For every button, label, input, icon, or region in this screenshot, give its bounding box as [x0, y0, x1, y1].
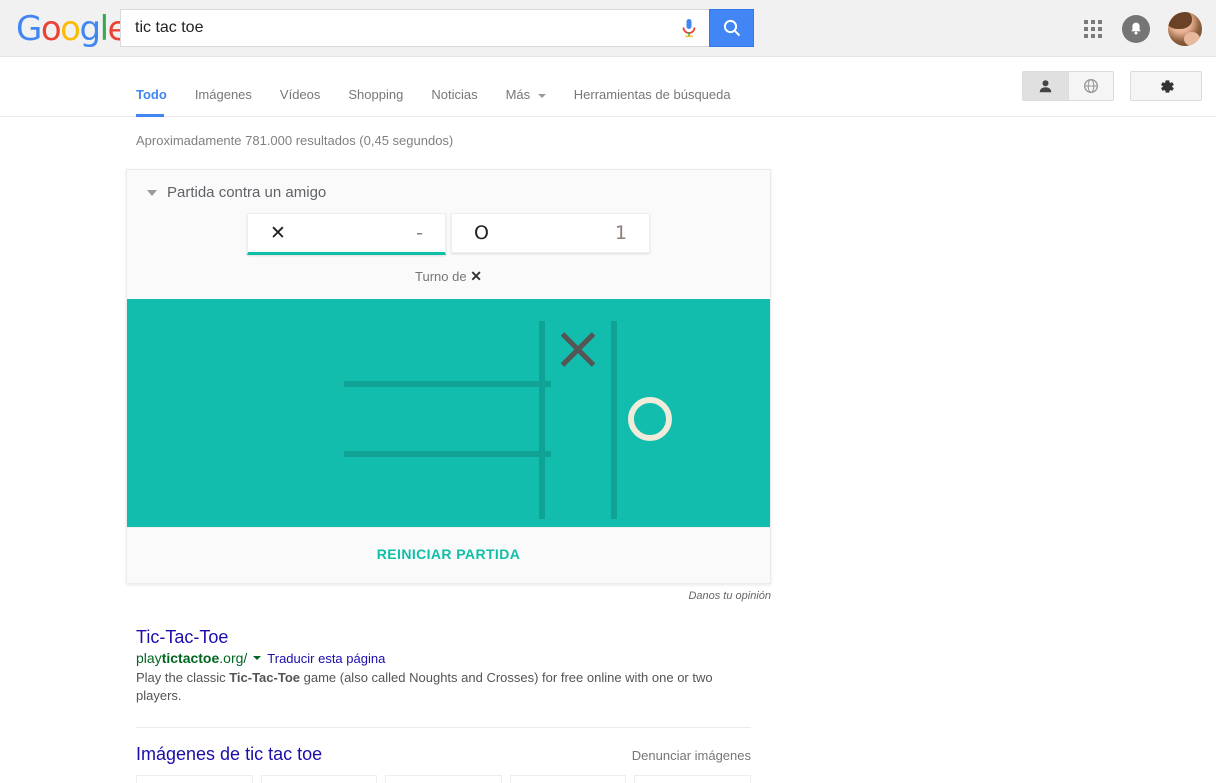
search-bar: [120, 9, 754, 47]
result-stats: Aproximadamente 781.000 resultados (0,45…: [136, 133, 454, 148]
triangle-collapse-icon[interactable]: [147, 189, 157, 196]
chevron-down-icon: [537, 93, 546, 98]
microphone-icon[interactable]: [669, 9, 709, 47]
image-thumbnail[interactable]: [385, 775, 502, 783]
result-description: Play the classic Tic-Tac-Toe game (also …: [136, 669, 726, 705]
person-icon: [1039, 79, 1052, 92]
tab-videos[interactable]: Vídeos: [280, 57, 334, 117]
widget-header: Partida contra un amigo: [127, 170, 770, 201]
reset-game-button[interactable]: REINICIAR PARTIDA: [127, 527, 770, 583]
tab-herramientas-de-busqueda[interactable]: Herramientas de búsqueda: [574, 57, 745, 117]
image-thumbnail[interactable]: [136, 775, 253, 783]
tab-todo[interactable]: Todo: [136, 57, 181, 117]
score-card-o[interactable]: O 1: [451, 213, 650, 253]
desc-part-1: Play the classic: [136, 670, 230, 685]
board-cell-1[interactable]: [542, 314, 614, 384]
page-header: Google: [0, 0, 1216, 57]
tab-label: Imágenes: [194, 87, 252, 102]
mark-o-icon: [628, 397, 672, 441]
board-cell-4[interactable]: [542, 384, 614, 454]
chevron-down-icon[interactable]: [253, 656, 262, 660]
image-thumbnail[interactable]: [509, 775, 627, 783]
logo-letter: o: [60, 9, 81, 49]
logo-letter: g: [79, 9, 101, 49]
search-nav-bar: Todo Imágenes Vídeos Shopping Noticias M…: [0, 57, 1216, 117]
account-scope-toggle: [1022, 71, 1114, 101]
nav-tabs: Todo Imágenes Vídeos Shopping Noticias M…: [136, 57, 759, 117]
tab-mas[interactable]: Más: [506, 57, 560, 117]
logo-letter: o: [40, 9, 62, 49]
nav-right-controls: [1022, 71, 1202, 101]
turn-mark: ✕: [470, 268, 482, 284]
settings-button[interactable]: [1130, 71, 1202, 101]
search-field[interactable]: [120, 9, 669, 47]
board-cell-6[interactable]: [470, 454, 542, 524]
mark-x-icon: [556, 327, 600, 371]
notifications-bell-icon[interactable]: [1122, 14, 1150, 43]
score-mark-o: O: [474, 222, 489, 244]
google-logo[interactable]: Google: [16, 9, 128, 49]
images-header: Imágenes de tic tac toe Denunciar imágen…: [136, 728, 751, 765]
feedback-link[interactable]: Danos tu opinión: [126, 584, 771, 602]
logo-letter: G: [16, 9, 42, 49]
score-value-o: 1: [614, 222, 627, 244]
images-block: Imágenes de tic tac toe Denunciar imágen…: [136, 727, 751, 783]
tab-label: Todo: [136, 87, 167, 102]
search-icon: [723, 19, 740, 37]
tab-label: Herramientas de búsqueda: [573, 87, 731, 102]
board-cell-2[interactable]: [614, 314, 686, 384]
tic-tac-toe-widget: Partida contra un amigo ✕ - O 1 Turno de…: [126, 169, 771, 584]
tab-label: Vídeos: [279, 87, 321, 102]
globe-icon: [1083, 78, 1099, 94]
user-avatar[interactable]: [1168, 11, 1202, 46]
result-url: playtictactoe.org/: [136, 650, 247, 666]
search-input[interactable]: [133, 18, 669, 38]
tab-noticias[interactable]: Noticias: [431, 57, 491, 117]
score-panel: ✕ - O 1: [127, 201, 770, 255]
search-result: Tic-Tac-Toe playtictactoe.org/ Traducir …: [136, 626, 756, 705]
image-thumbnail-strip: [136, 775, 751, 783]
tab-label: Más: [505, 87, 531, 102]
person-scope-button[interactable]: [1022, 71, 1068, 101]
image-thumbnail[interactable]: [634, 775, 751, 783]
url-part-1: play: [136, 650, 162, 666]
result-title-link[interactable]: Tic-Tac-Toe: [136, 626, 756, 648]
logo-letter: l: [99, 9, 109, 49]
main-content: Aproximadamente 781.000 resultados (0,45…: [0, 117, 1216, 783]
images-title-link[interactable]: Imágenes de tic tac toe: [136, 744, 322, 765]
turn-prefix-label: Turno de: [415, 269, 467, 284]
url-part-bold: tictactoe: [161, 650, 220, 666]
url-part-2: .org/: [219, 650, 248, 666]
board-cell-0[interactable]: [470, 314, 542, 384]
score-mark-x: ✕: [270, 222, 286, 244]
tab-label: Noticias: [431, 87, 478, 102]
result-url-row: playtictactoe.org/ Traducir esta página: [136, 650, 756, 666]
board-cell-7[interactable]: [542, 454, 614, 524]
score-card-x[interactable]: ✕ -: [247, 213, 446, 255]
tab-label: Shopping: [348, 87, 404, 102]
gear-icon: [1160, 79, 1174, 93]
game-board: [127, 299, 770, 527]
board-cell-5[interactable]: [614, 384, 686, 454]
reset-game-label: REINICIAR PARTIDA: [376, 546, 521, 562]
turn-indicator: Turno de ✕: [127, 255, 770, 299]
search-button[interactable]: [709, 9, 754, 47]
board-cell-8[interactable]: [614, 454, 686, 524]
report-images-link[interactable]: Denunciar imágenes: [632, 748, 751, 763]
desc-part-bold: Tic-Tac-Toe: [229, 670, 300, 685]
apps-grid-icon[interactable]: [1082, 18, 1104, 40]
score-value-x: -: [416, 222, 423, 244]
widget-title: Partida contra un amigo: [167, 184, 327, 201]
board-cell-3[interactable]: [470, 384, 542, 454]
header-actions: [1082, 0, 1202, 57]
image-thumbnail[interactable]: [260, 775, 378, 783]
globe-scope-button[interactable]: [1068, 71, 1114, 101]
translate-page-link[interactable]: Traducir esta página: [267, 651, 385, 666]
tab-shopping[interactable]: Shopping: [348, 57, 417, 117]
tab-imagenes[interactable]: Imágenes: [195, 57, 266, 117]
